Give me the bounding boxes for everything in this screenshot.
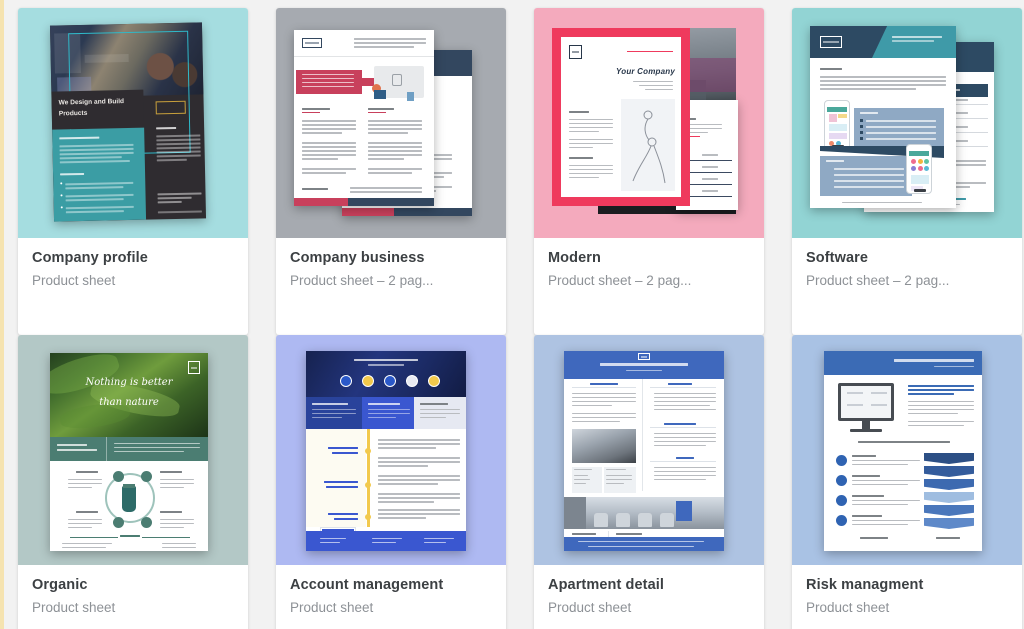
logo-icon — [569, 45, 582, 59]
card-subtitle: Product sheet – 2 pag... — [290, 273, 434, 288]
card-meta: Account management Product sheet — [276, 565, 506, 629]
preview-page — [306, 351, 466, 551]
template-thumbnail-company-business[interactable] — [276, 8, 506, 238]
card-subtitle: Product sheet — [32, 273, 116, 288]
preview-page — [564, 351, 724, 551]
card-title: Company business — [290, 250, 425, 266]
template-thumbnail-apartment-detail[interactable] — [534, 335, 764, 565]
card-meta: Company profile Product sheet — [18, 238, 248, 304]
card-title: Risk managment — [806, 577, 924, 593]
logo-icon — [638, 353, 650, 360]
preview-page: We Design and Build Products — [49, 22, 207, 222]
card-subtitle: Product sheet – 2 pag... — [548, 273, 692, 288]
card-subtitle: Product sheet — [548, 600, 632, 615]
preview-monitor-mockup — [838, 383, 894, 421]
preview-phone-mockup-2 — [906, 144, 932, 194]
preview-page-front — [294, 30, 434, 206]
card-subtitle: Product sheet – 2 pag... — [806, 273, 950, 288]
preview-page: Nothing is better than nature — [50, 353, 208, 551]
template-thumbnail-modern[interactable]: Your Company — [534, 8, 764, 238]
preview-left-panel — [52, 127, 147, 222]
template-card-software[interactable]: Software Product sheet – 2 pag... — [792, 8, 1022, 335]
preview-lobby-photo — [564, 497, 724, 529]
card-subtitle: Product sheet — [32, 600, 116, 615]
preview-room-photo — [572, 429, 636, 463]
card-title: Apartment detail — [548, 577, 665, 593]
preview-header-band — [564, 351, 724, 379]
preview-leaf-photo — [50, 353, 208, 437]
card-subtitle: Product sheet — [806, 600, 890, 615]
preview-page-front: Your Company — [552, 28, 690, 206]
preview-teal-band — [50, 437, 208, 461]
preview-script-line-1: Nothing is better — [85, 377, 173, 388]
template-card-modern[interactable]: Your Company Modern Product sheet – 2 pa… — [534, 8, 764, 335]
card-meta: Risk managment Product sheet — [792, 565, 1022, 629]
card-title: Company profile — [32, 250, 148, 266]
card-title: Software — [806, 250, 869, 266]
preview-page-front — [810, 26, 956, 208]
template-card-account-management[interactable]: Account management Product sheet — [276, 335, 506, 629]
preview-phone-mockup — [824, 100, 850, 150]
card-meta: Software Product sheet – 2 pag... — [792, 238, 1022, 304]
logo-icon — [820, 36, 842, 48]
card-meta: Organic Product sheet — [18, 565, 248, 629]
template-thumbnail-company-profile[interactable]: We Design and Build Products — [18, 8, 248, 238]
template-gallery-page: We Design and Build Products Company pro… — [0, 0, 1024, 629]
template-card-company-profile[interactable]: We Design and Build Products Company pro… — [18, 8, 248, 335]
template-thumbnail-software[interactable] — [792, 8, 1022, 238]
preview-company-name: Your Company — [616, 67, 675, 76]
preview-hero-photo — [306, 351, 466, 397]
card-title: Account management — [290, 577, 444, 593]
preview-script-line-2: than nature — [99, 397, 159, 408]
template-thumbnail-organic[interactable]: Nothing is better than nature — [18, 335, 248, 565]
logo-icon — [188, 361, 200, 374]
logo-icon — [302, 38, 322, 48]
card-title: Organic — [32, 577, 88, 593]
template-card-risk-managment[interactable]: Risk managment Product sheet — [792, 335, 1022, 629]
template-card-organic[interactable]: Nothing is better than nature Organic Pr… — [18, 335, 248, 629]
preview-product-illustration — [632, 110, 666, 184]
preview-header-band — [824, 351, 982, 375]
template-card-grid: We Design and Build Products Company pro… — [0, 0, 1024, 629]
template-thumbnail-risk-managment[interactable] — [792, 335, 1022, 565]
card-title: Modern — [548, 250, 601, 266]
preview-footer-band — [564, 537, 724, 551]
card-meta: Modern Product sheet – 2 pag... — [534, 238, 764, 304]
card-meta: Apartment detail Product sheet — [534, 565, 764, 629]
card-subtitle: Product sheet — [290, 600, 374, 615]
template-card-apartment-detail[interactable]: Apartment detail Product sheet — [534, 335, 764, 629]
template-card-company-business[interactable]: Company business Product sheet – 2 pag..… — [276, 8, 506, 335]
template-thumbnail-account-management[interactable] — [276, 335, 506, 565]
logo-icon — [155, 100, 186, 115]
preview-headline: We Design and Build Products — [58, 98, 125, 118]
left-edge-accent-strip — [0, 0, 4, 629]
card-meta: Company business Product sheet – 2 pag..… — [276, 238, 506, 304]
preview-page — [824, 351, 982, 551]
